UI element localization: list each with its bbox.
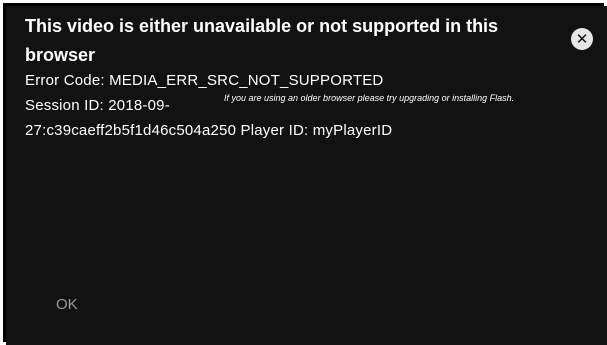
- close-icon: ✕: [575, 30, 589, 48]
- error-dialog: This video is either unavailable or not …: [6, 6, 607, 345]
- close-button[interactable]: ✕: [571, 28, 593, 50]
- error-title: This video is either unavailable or not …: [25, 16, 499, 65]
- browser-hint: If you are using an older browser please…: [224, 93, 515, 103]
- session-player-id: 27:c39caeff2b5f1d46c504a250 Player ID: m…: [25, 122, 393, 139]
- error-details: Error Code: MEDIA_ERR_SRC_NOT_SUPPORTED …: [25, 68, 445, 143]
- video-player: This video is either unavailable or not …: [0, 0, 607, 345]
- ok-button[interactable]: OK: [56, 293, 96, 317]
- error-code: Error Code: MEDIA_ERR_SRC_NOT_SUPPORTED: [25, 72, 384, 89]
